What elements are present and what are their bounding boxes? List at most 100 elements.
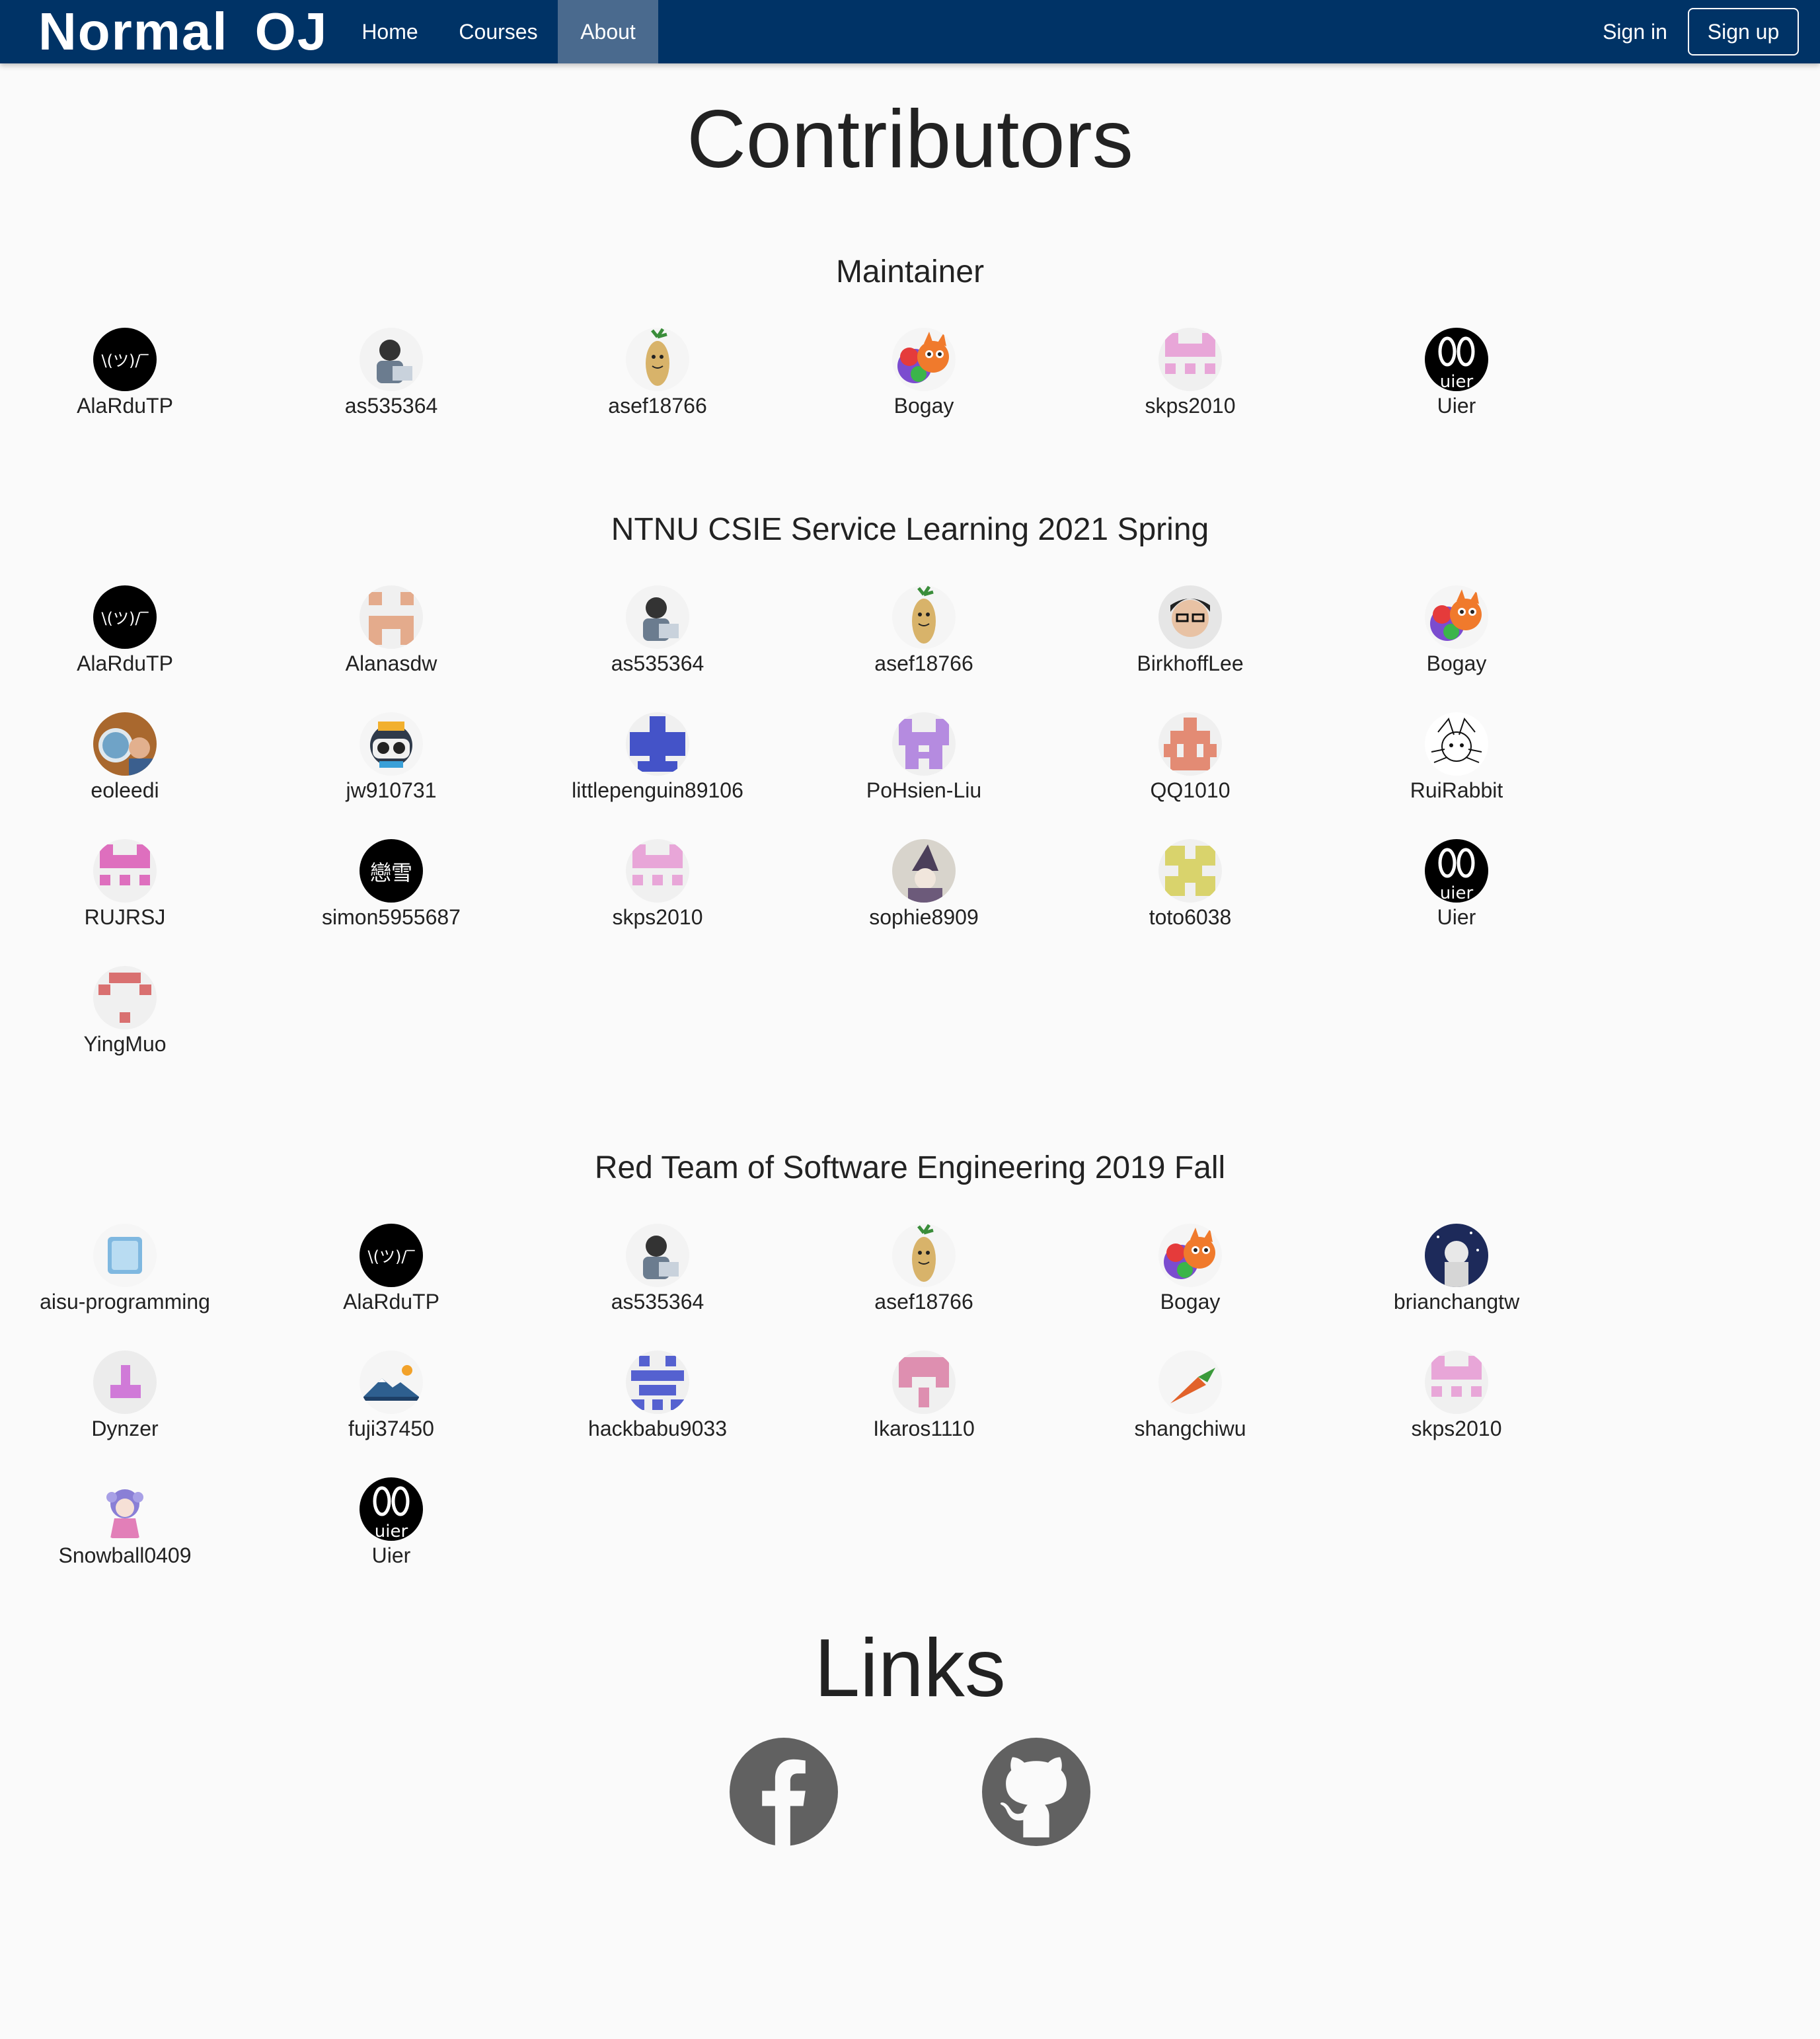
contributor-name[interactable]: skps2010 — [1071, 394, 1309, 418]
contributor-name[interactable]: asef18766 — [805, 651, 1043, 676]
avatar[interactable] — [626, 1224, 689, 1287]
avatar[interactable] — [1158, 1224, 1222, 1287]
contributor-asef18766[interactable]: asef18766 — [805, 585, 1043, 698]
contributor-name[interactable]: RUJRSJ — [6, 905, 244, 930]
avatar[interactable] — [1158, 712, 1222, 776]
contributor-name[interactable]: brianchangtw — [1338, 1290, 1575, 1314]
contributor-name[interactable]: Ikaros1110 — [805, 1417, 1043, 1441]
avatar[interactable] — [93, 1224, 157, 1287]
contributor-as535364[interactable]: as535364 — [539, 1224, 777, 1336]
contributor-aisu-programming[interactable]: aisu-programming — [6, 1224, 244, 1336]
contributor-name[interactable]: Bogay — [1071, 1290, 1309, 1314]
contributor-name[interactable]: Dynzer — [6, 1417, 244, 1441]
contributor-name[interactable]: YingMuo — [6, 1032, 244, 1057]
nav-about-active[interactable]: About — [558, 0, 658, 63]
contributor-sophie8909[interactable]: sophie8909 — [805, 839, 1043, 951]
avatar[interactable] — [93, 712, 157, 776]
avatar[interactable] — [892, 712, 956, 776]
contributor-simon5955687[interactable]: 戀雪 simon5955687 — [272, 839, 510, 951]
contributor-asef18766[interactable]: asef18766 — [539, 328, 777, 440]
avatar[interactable] — [1158, 1351, 1222, 1414]
contributor-name[interactable]: as535364 — [272, 394, 510, 418]
contributor-name[interactable]: Snowball0409 — [6, 1543, 244, 1568]
avatar[interactable]: uier — [1425, 328, 1488, 391]
avatar[interactable] — [1158, 328, 1222, 391]
avatar[interactable] — [1158, 839, 1222, 903]
avatar[interactable] — [626, 712, 689, 776]
contributor-eoleedi[interactable]: eoleedi — [6, 712, 244, 825]
contributor-fuji37450[interactable]: fuji37450 — [272, 1351, 510, 1463]
contributor-name[interactable]: Uier — [272, 1543, 510, 1568]
avatar[interactable] — [1425, 1351, 1488, 1414]
avatar[interactable] — [93, 966, 157, 1029]
contributor-alanasdw[interactable]: Alanasdw — [272, 585, 510, 698]
contributor-alardutp[interactable]: \(ツ)/‾ AlaRduTP — [6, 328, 244, 440]
contributor-name[interactable]: sophie8909 — [805, 905, 1043, 930]
contributor-shangchiwu[interactable]: shangchiwu — [1071, 1351, 1309, 1463]
contributor-name[interactable]: littlepenguin89106 — [539, 778, 777, 803]
contributor-name[interactable]: Bogay — [1338, 651, 1575, 676]
avatar[interactable] — [1425, 585, 1488, 649]
contributor-alardutp[interactable]: \(ツ)/‾ AlaRduTP — [272, 1224, 510, 1336]
avatar[interactable]: uier — [360, 1477, 423, 1541]
avatar[interactable] — [892, 839, 956, 903]
avatar[interactable] — [626, 585, 689, 649]
avatar[interactable] — [93, 1351, 157, 1414]
contributor-name[interactable]: asef18766 — [805, 1290, 1043, 1314]
contributor-skps2010[interactable]: skps2010 — [1071, 328, 1309, 440]
contributor-name[interactable]: AlaRduTP — [6, 651, 244, 676]
contributor-name[interactable]: PoHsien-Liu — [805, 778, 1043, 803]
contributor-uier[interactable]: uier Uier — [1338, 839, 1575, 951]
contributor-brianchangtw[interactable]: brianchangtw — [1338, 1224, 1575, 1336]
contributor-birkhofflee[interactable]: BirkhoffLee — [1071, 585, 1309, 698]
avatar[interactable] — [892, 1351, 956, 1414]
contributor-rujrsj[interactable]: RUJRSJ — [6, 839, 244, 951]
contributor-bogay[interactable]: Bogay — [1338, 585, 1575, 698]
contributor-as535364[interactable]: as535364 — [539, 585, 777, 698]
contributor-qq1010[interactable]: QQ1010 — [1071, 712, 1309, 825]
contributor-name[interactable]: toto6038 — [1071, 905, 1309, 930]
contributor-name[interactable]: aisu-programming — [6, 1290, 244, 1314]
sign-in-link[interactable]: Sign in — [1589, 0, 1681, 63]
contributor-dynzer[interactable]: Dynzer — [6, 1351, 244, 1463]
contributor-name[interactable]: jw910731 — [272, 778, 510, 803]
avatar[interactable] — [626, 839, 689, 903]
contributor-name[interactable]: BirkhoffLee — [1071, 651, 1309, 676]
contributor-name[interactable]: Alanasdw — [272, 651, 510, 676]
avatar[interactable] — [360, 1351, 423, 1414]
contributor-asef18766[interactable]: asef18766 — [805, 1224, 1043, 1336]
avatar[interactable] — [360, 712, 423, 776]
nav-home[interactable]: Home — [341, 0, 439, 63]
avatar[interactable] — [360, 585, 423, 649]
contributor-name[interactable]: simon5955687 — [272, 905, 510, 930]
sign-up-button[interactable]: Sign up — [1688, 8, 1799, 56]
contributor-toto6038[interactable]: toto6038 — [1071, 839, 1309, 951]
contributor-name[interactable]: asef18766 — [539, 394, 777, 418]
avatar[interactable] — [626, 328, 689, 391]
avatar[interactable] — [1158, 585, 1222, 649]
contributor-uier[interactable]: uier Uier — [1338, 328, 1575, 440]
contributor-name[interactable]: QQ1010 — [1071, 778, 1309, 803]
contributor-name[interactable]: as535364 — [539, 1290, 777, 1314]
contributor-ikaros1110[interactable]: Ikaros1110 — [805, 1351, 1043, 1463]
contributor-name[interactable]: hackbabu9033 — [539, 1417, 777, 1441]
avatar[interactable] — [360, 328, 423, 391]
contributor-name[interactable]: Uier — [1338, 905, 1575, 930]
contributor-name[interactable]: fuji37450 — [272, 1417, 510, 1441]
avatar[interactable] — [1425, 712, 1488, 776]
contributor-name[interactable]: AlaRduTP — [6, 394, 244, 418]
contributor-pohsien-liu[interactable]: PoHsien-Liu — [805, 712, 1043, 825]
contributor-name[interactable]: eoleedi — [6, 778, 244, 803]
contributor-ruirabbit[interactable]: RuiRabbit — [1338, 712, 1575, 825]
contributor-skps2010[interactable]: skps2010 — [539, 839, 777, 951]
contributor-uier[interactable]: uier Uier — [272, 1477, 510, 1590]
contributor-name[interactable]: RuiRabbit — [1338, 778, 1575, 803]
contributor-name[interactable]: as535364 — [539, 651, 777, 676]
contributor-snowball0409[interactable]: Snowball0409 — [6, 1477, 244, 1590]
contributor-alardutp[interactable]: \(ツ)/‾ AlaRduTP — [6, 585, 244, 698]
contributor-name[interactable]: Uier — [1338, 394, 1575, 418]
contributor-name[interactable]: skps2010 — [1338, 1417, 1575, 1441]
contributor-hackbabu9033[interactable]: hackbabu9033 — [539, 1351, 777, 1463]
avatar[interactable]: \(ツ)/‾ — [93, 585, 157, 649]
brand-logo[interactable]: Normal OJ — [38, 1, 328, 62]
